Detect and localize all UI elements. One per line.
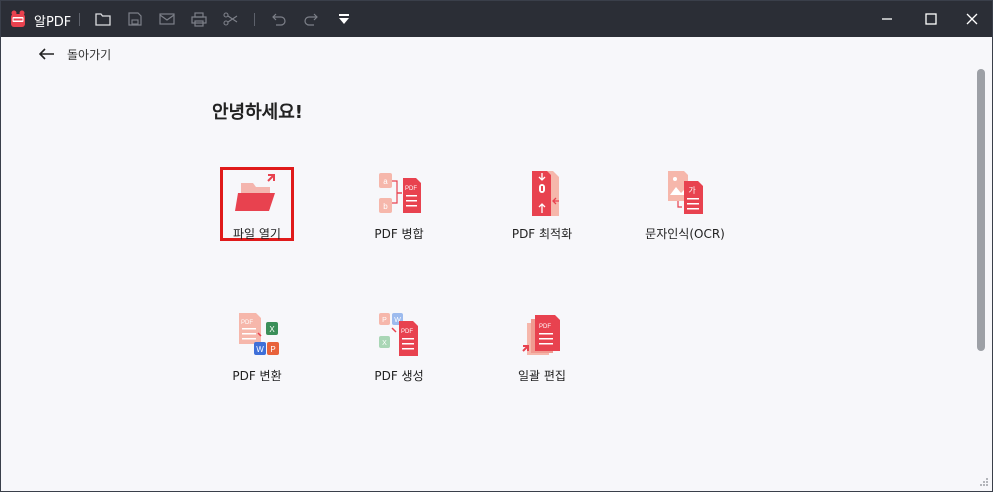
folder-icon[interactable]	[94, 10, 112, 28]
merge-pdf-icon: a b PDF	[379, 173, 421, 213]
tool-convert-pdf[interactable]: PDF X W P PDF 변환	[187, 313, 327, 403]
tool-ocr[interactable]: 가 문자인식(OCR)	[615, 171, 755, 261]
batch-edit-icon: PDF	[522, 315, 560, 355]
toolbar-divider	[79, 13, 80, 26]
optimize-pdf-icon	[532, 171, 559, 216]
svg-text:PDF: PDF	[401, 329, 413, 335]
app-logo-icon	[11, 10, 25, 27]
svg-text:a: a	[383, 177, 388, 186]
tool-label: PDF 변환	[232, 369, 282, 383]
svg-text:P: P	[382, 317, 387, 324]
tool-open-file[interactable]: 파일 열기	[187, 171, 327, 261]
resize-grip-icon[interactable]	[979, 477, 989, 487]
tool-optimize-pdf[interactable]: PDF 최적화	[472, 171, 612, 261]
redo-icon[interactable]	[302, 10, 320, 28]
tool-label: PDF 생성	[374, 369, 424, 383]
toolbar-divider	[254, 13, 255, 26]
close-button[interactable]	[961, 8, 983, 30]
app-window: 알PDF 돌아가기 안녕하세요! 파일 열기 a b PDF PDF 병합 PD…	[0, 0, 993, 492]
svg-text:PDF: PDF	[405, 186, 417, 192]
tool-create-pdf[interactable]: P W X PDF PDF 생성	[329, 313, 469, 403]
mail-icon[interactable]	[158, 10, 176, 28]
tool-batch-edit[interactable]: PDF 일괄 편집	[472, 313, 612, 403]
convert-pdf-icon: PDF X W P	[239, 313, 279, 355]
create-pdf-icon: P W X PDF	[379, 313, 418, 356]
dropdown-menu-icon[interactable]	[335, 10, 353, 28]
maximize-button[interactable]	[920, 8, 942, 30]
back-label: 돌아가기	[67, 47, 112, 62]
svg-text:P: P	[270, 345, 275, 354]
undo-icon[interactable]	[270, 10, 288, 28]
vertical-scrollbar[interactable]	[977, 69, 985, 351]
app-title: 알PDF	[34, 15, 72, 30]
save-icon[interactable]	[126, 10, 144, 28]
svg-text:PDF: PDF	[241, 320, 253, 326]
tool-label: 일괄 편집	[518, 369, 566, 383]
minimize-button[interactable]	[876, 8, 898, 30]
tool-label: 파일 열기	[233, 227, 281, 241]
svg-text:b: b	[383, 202, 388, 211]
share-icon[interactable]	[222, 10, 240, 28]
back-button[interactable]: 돌아가기	[39, 45, 111, 63]
print-icon[interactable]	[190, 10, 208, 28]
open-file-icon	[235, 174, 275, 211]
arrow-left-icon	[39, 48, 54, 60]
svg-text:가: 가	[688, 186, 696, 195]
greeting-heading: 안녕하세요!	[212, 102, 304, 123]
tool-merge-pdf[interactable]: a b PDF PDF 병합	[329, 171, 469, 261]
title-bar: 알PDF	[1, 1, 992, 37]
svg-text:W: W	[256, 345, 264, 354]
tool-label: PDF 최적화	[511, 227, 573, 241]
tool-label: 문자인식(OCR)	[645, 227, 725, 241]
tool-label: PDF 병합	[374, 227, 424, 241]
svg-text:X: X	[382, 340, 387, 347]
svg-text:X: X	[269, 325, 275, 334]
svg-text:PDF: PDF	[539, 324, 551, 330]
ocr-icon: 가	[668, 171, 703, 214]
